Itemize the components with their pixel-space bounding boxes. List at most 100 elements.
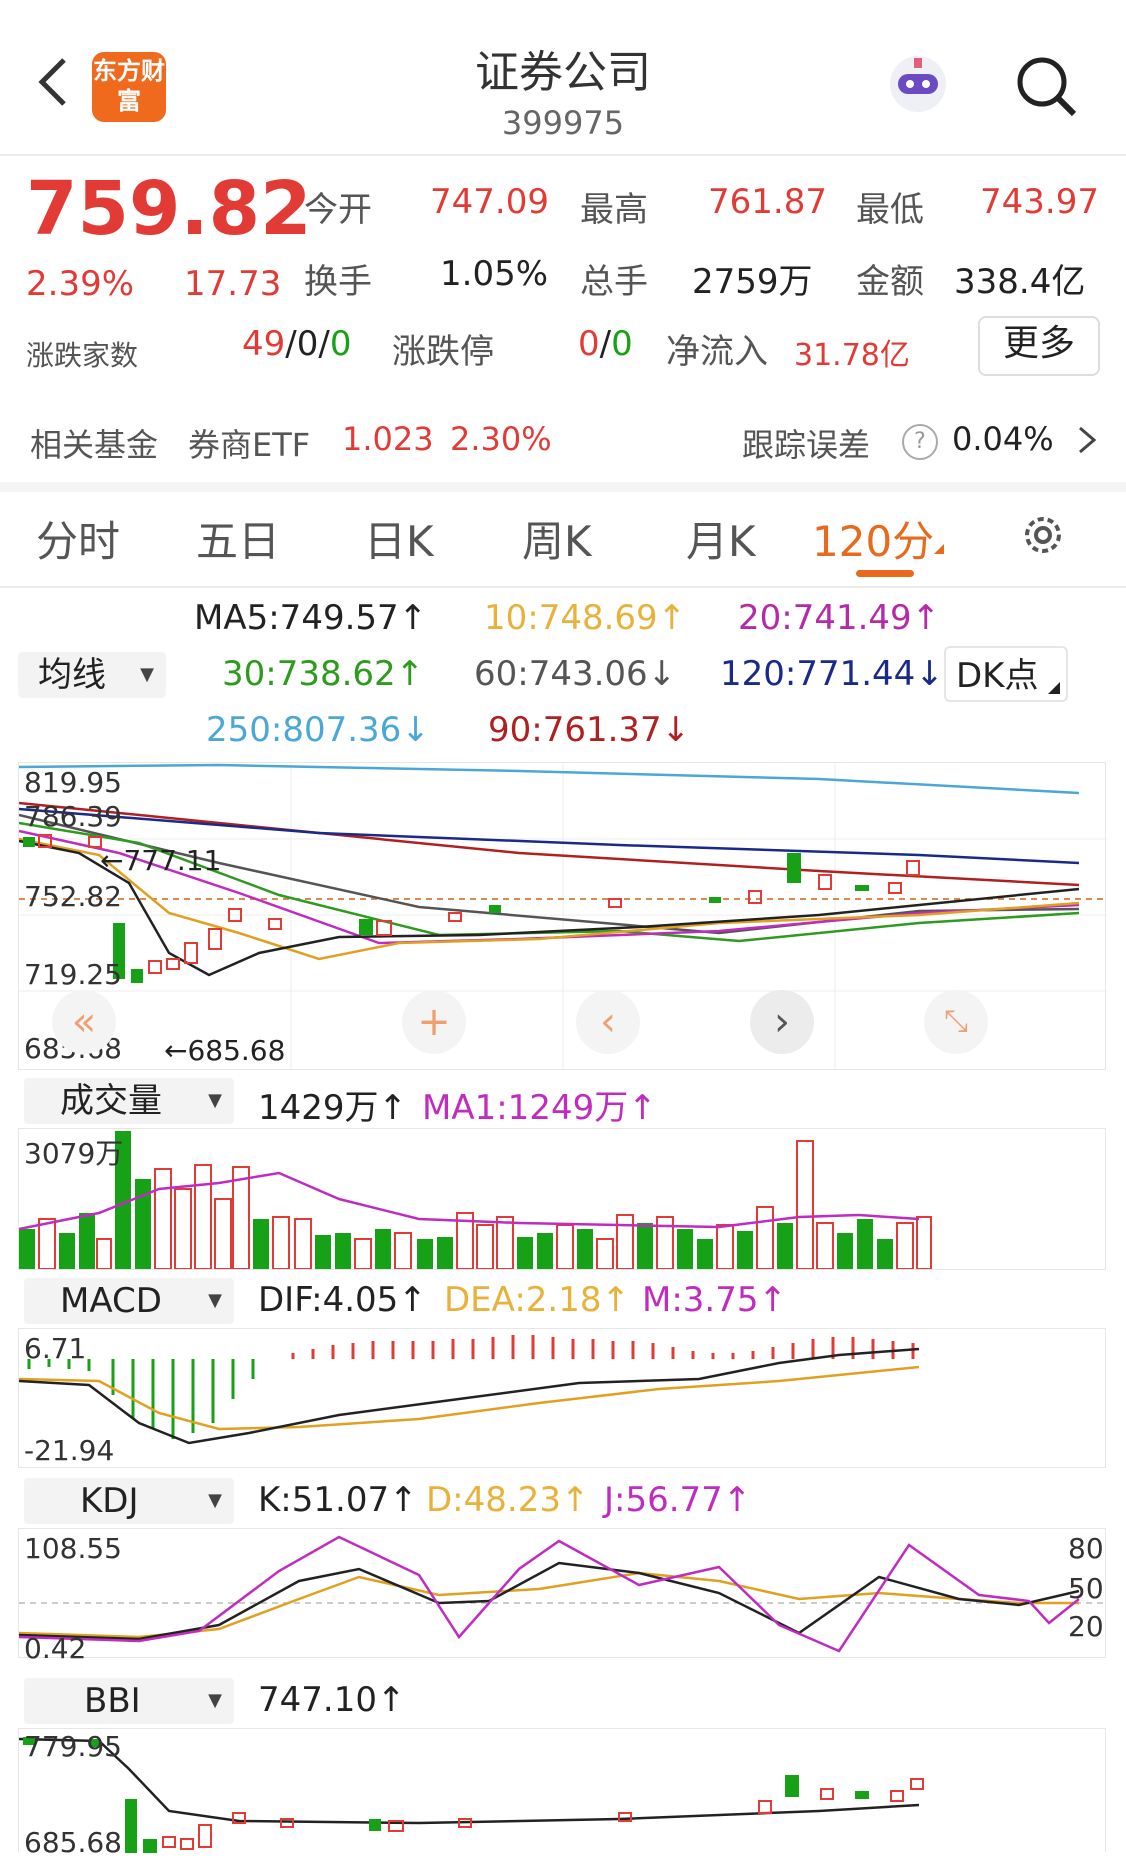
- dropdown-corner-icon: [1048, 682, 1060, 694]
- inflow-label: 净流入: [666, 332, 768, 372]
- bbi-svg: [18, 1737, 924, 1853]
- robot-assistant-icon[interactable]: [882, 48, 954, 120]
- kdj-svg: [18, 1535, 1107, 1653]
- dk-point-button[interactable]: DK点: [944, 646, 1068, 702]
- kdj-selector-label: KDJ: [80, 1481, 139, 1521]
- tab-daily-k[interactable]: 日K: [364, 508, 434, 569]
- ma10-value: 10:748.69↑: [484, 598, 687, 638]
- zoom-in-button[interactable]: +: [402, 990, 466, 1054]
- volume-value: 1429万↑: [258, 1088, 408, 1128]
- macd-y-bottom: -21.94: [24, 1434, 115, 1467]
- volume-chart[interactable]: [18, 1128, 1106, 1270]
- volume-bars: [19, 1131, 932, 1270]
- chart-settings-button[interactable]: [1018, 510, 1068, 560]
- caret-down-icon: ▼: [208, 1290, 222, 1311]
- kdj-level-80: 80: [1068, 1532, 1104, 1565]
- ma90-value: 90:761.37↓: [488, 710, 691, 750]
- fullscreen-button[interactable]: ⤡: [924, 990, 988, 1054]
- search-icon: [1017, 57, 1077, 117]
- macd-m: M:3.75↑: [642, 1280, 787, 1320]
- macd-selector[interactable]: MACD ▼: [24, 1278, 234, 1324]
- breadth-flat: 0: [296, 324, 319, 364]
- next-button[interactable]: ›: [750, 990, 814, 1054]
- separator: /: [599, 324, 612, 364]
- limit-label: 涨跌停: [392, 332, 494, 372]
- ma-selector[interactable]: 均线 ▼: [18, 652, 166, 698]
- open-value: 747.09: [430, 182, 549, 222]
- more-button[interactable]: 更多: [978, 316, 1100, 376]
- page-title: 证券公司: [475, 47, 651, 98]
- low-value: 743.97: [980, 182, 1099, 222]
- bbi-y-bottom: 685.68: [24, 1826, 122, 1859]
- breadth-label: 涨跌家数: [26, 339, 139, 372]
- dropdown-corner-icon: [934, 544, 944, 554]
- divider: [0, 586, 1126, 588]
- rewind-button[interactable]: «: [52, 990, 116, 1054]
- fund-price: 1.023: [342, 420, 434, 458]
- tab-intraday[interactable]: 分时: [36, 508, 120, 569]
- y-label-4: 719.25: [24, 958, 122, 991]
- y-label-2: 786.39: [24, 800, 122, 833]
- separator: /: [285, 324, 297, 364]
- macd-selector-label: MACD: [60, 1281, 162, 1321]
- ma20-value: 20:741.49↑: [738, 598, 941, 638]
- volume-max-label: 3079万: [24, 1137, 124, 1170]
- bbi-y-top: 779.95: [24, 1730, 122, 1763]
- ma5-value: MA5:749.57↑: [194, 598, 428, 638]
- macd-y-top: 6.71: [24, 1332, 87, 1365]
- tab-weekly-k[interactable]: 周K: [522, 508, 592, 569]
- ma30-value: 30:738.62↑: [222, 654, 425, 694]
- limit-down: 0: [611, 324, 633, 364]
- question-circle-icon[interactable]: ?: [902, 424, 938, 460]
- turnover-value: 1.05%: [440, 254, 549, 294]
- section-divider: [0, 482, 1126, 492]
- stock-code: 399975: [501, 104, 625, 142]
- amount-label: 金额: [856, 262, 924, 302]
- divider: [0, 154, 1126, 156]
- kdj-level-20: 20: [1068, 1610, 1104, 1643]
- bbi-chart[interactable]: [18, 1728, 1106, 1853]
- volume-selector[interactable]: 成交量 ▼: [24, 1078, 234, 1124]
- tab-monthly-k[interactable]: 月K: [686, 508, 756, 569]
- macd-dif: DIF:4.05↑: [258, 1280, 427, 1320]
- macd-svg: [18, 1335, 920, 1445]
- kdj-selector[interactable]: KDJ ▼: [24, 1478, 234, 1524]
- ma60-value: 60:743.06↓: [474, 654, 677, 694]
- max-price-marker: ←777.11: [100, 844, 222, 877]
- volume-value: 2759万: [692, 262, 813, 302]
- y-label-3: 752.82: [24, 880, 122, 913]
- ma120-value: 120:771.44↓: [720, 654, 944, 694]
- bbi-selector[interactable]: BBI ▼: [24, 1678, 234, 1724]
- high-value: 761.87: [708, 182, 827, 222]
- bbi-selector-label: BBI: [84, 1681, 141, 1721]
- breadth-up: 49: [242, 324, 286, 364]
- volume-label: 总手: [580, 262, 648, 302]
- kdj-d: D:48.23↑: [426, 1480, 590, 1520]
- y-label-top: 819.95: [24, 766, 122, 799]
- kdj-chart[interactable]: [18, 1528, 1107, 1658]
- caret-down-icon: ▼: [208, 1490, 222, 1511]
- volume-ma1: MA1:1249万↑: [422, 1088, 657, 1128]
- kdj-j: J:56.77↑: [604, 1480, 752, 1520]
- min-price-marker: ←685.68: [164, 1034, 286, 1067]
- tracking-value: 0.04%: [952, 420, 1054, 458]
- caret-down-icon: ▼: [208, 1690, 222, 1711]
- caret-down-icon: ▼: [140, 664, 154, 685]
- fund-detail-button[interactable]: [1072, 420, 1102, 460]
- kdj-y-top: 108.55: [24, 1532, 122, 1565]
- last-price: 759.82: [26, 166, 312, 252]
- open-label: 今开: [304, 190, 372, 230]
- macd-chart[interactable]: [18, 1328, 1106, 1468]
- fund-name[interactable]: 券商ETF: [188, 420, 310, 466]
- limit-values: 0/0: [578, 324, 633, 364]
- search-button[interactable]: [1012, 52, 1082, 122]
- prev-button[interactable]: ‹: [576, 990, 640, 1054]
- active-tab-indicator: [856, 570, 914, 577]
- limit-up: 0: [578, 324, 600, 364]
- separator: /: [318, 324, 330, 364]
- caret-down-icon: ▼: [208, 1090, 222, 1111]
- tab-five-day[interactable]: 五日: [196, 508, 280, 569]
- ma-selector-label: 均线: [38, 655, 106, 695]
- volume-selector-label: 成交量: [60, 1081, 162, 1121]
- tab-120-min[interactable]: 120分: [812, 508, 934, 569]
